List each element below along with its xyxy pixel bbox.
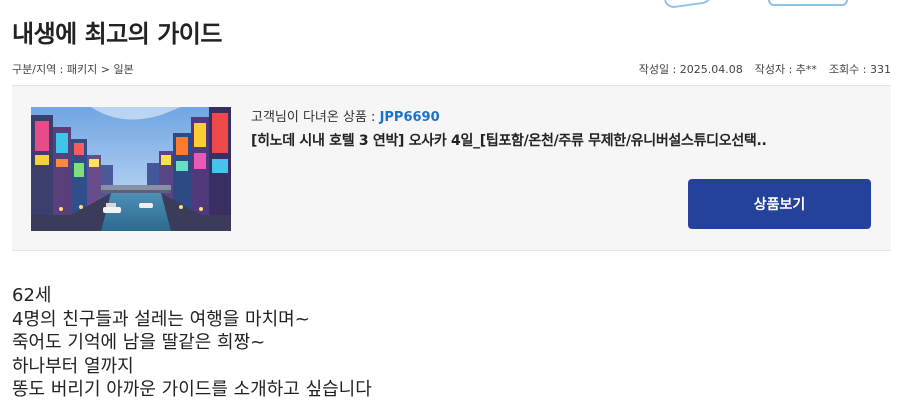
header-decoration-left [663,0,713,10]
post-meta: 구분/지역 : 패키지 > 일본 작성일 : 2025.04.08 작성자 : … [12,61,891,77]
post-meta-info: 작성일 : 2025.04.08 작성자 : 추** 조회수 : 331 [639,61,891,77]
post-author: 작성자 : 추** [754,63,817,76]
view-product-button[interactable]: 상품보기 [688,179,871,229]
content-line: 4명의 친구들과 설레는 여행을 마치며~ [12,308,310,330]
header-decoration-right [768,0,848,6]
content-line: 하나부터 열까지 [12,355,134,377]
product-name-link[interactable]: [히노데 시내 호텔 3 연박] 오사카 4일_[팁포함/온천/주류 무제한/유… [251,130,767,150]
product-image[interactable] [31,107,231,231]
post-date: 작성일 : 2025.04.08 [638,63,743,76]
content-line: 죽어도 기억에 남을 딸같은 희짱~ [12,332,266,353]
post-views: 조회수 : 331 [828,63,891,76]
product-code-line: 고객님이 다녀온 상품 : JPP6690 [251,106,440,125]
breadcrumb: 구분/지역 : 패키지 > 일본 [12,63,134,76]
product-code-label: 고객님이 다녀온 상품 : [251,110,380,125]
content-line: 똥도 버리기 아까운 가이드를 소개하고 싶습니다 [12,379,372,400]
post-content: 62세 4명의 친구들과 설레는 여행을 마치며~ 죽어도 기억에 남을 딸같은… [12,284,372,402]
product-code: JPP6690 [379,110,440,125]
content-line: 62세 [12,285,52,306]
product-card: 고객님이 다녀온 상품 : JPP6690 [히노데 시내 호텔 3 연박] 오… [12,86,891,251]
post-title: 내생에 최고의 가이드 [12,20,222,48]
